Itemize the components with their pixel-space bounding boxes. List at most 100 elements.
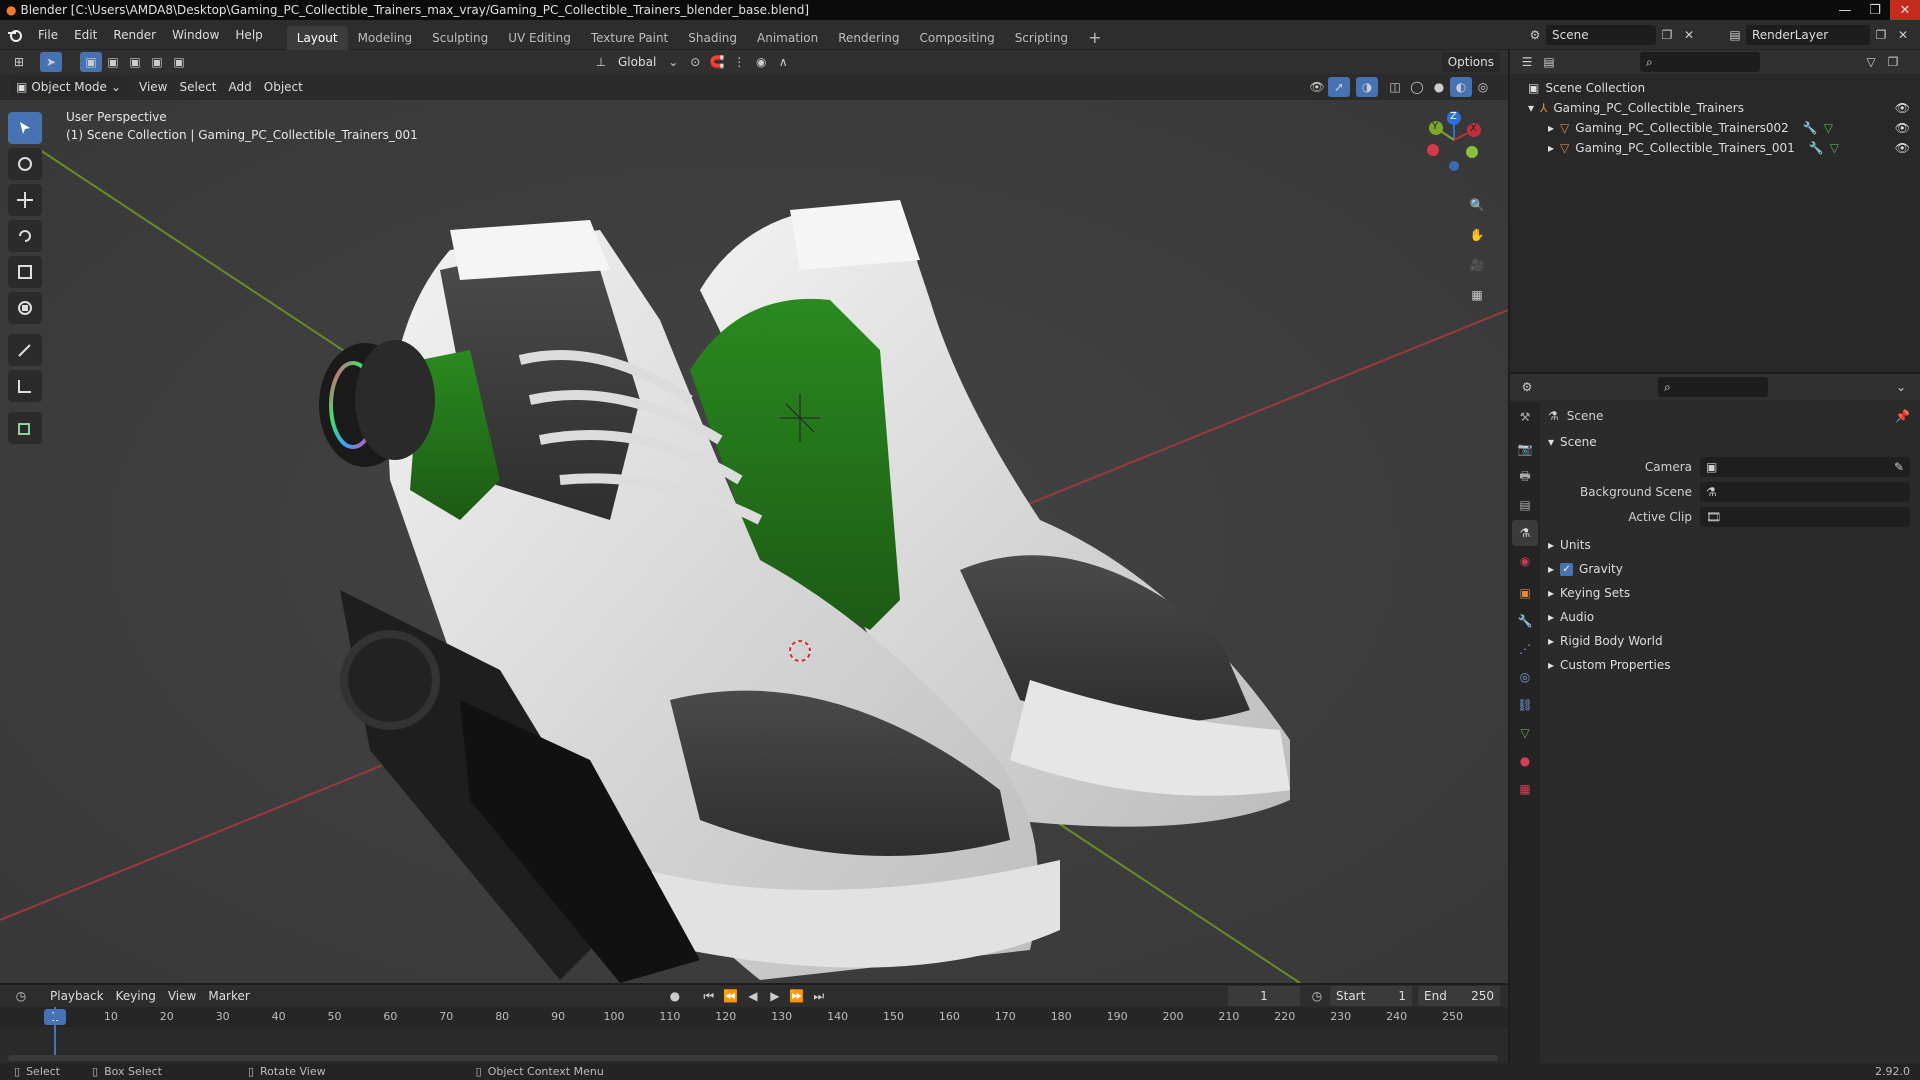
visibility-icon[interactable]: 👁 — [1306, 77, 1328, 97]
new-renderlayer-icon[interactable]: ❐ — [1870, 25, 1892, 45]
viewport-menu-select[interactable]: Select — [173, 77, 222, 97]
select-box-tool[interactable] — [8, 112, 42, 144]
pivot-point-icon[interactable]: ⊙ — [684, 52, 706, 72]
renderlayer-field[interactable]: RenderLayer — [1746, 25, 1870, 45]
xray-toggle-icon[interactable]: ◫ — [1384, 77, 1406, 97]
panel-audio[interactable]: ▸ Audio — [1544, 605, 1914, 629]
object-mode-dropdown[interactable]: ▣ Object Mode ⌄ — [10, 77, 127, 97]
jump-end-icon[interactable]: ⏭ — [808, 986, 830, 1006]
chevron-down-icon[interactable]: ⌄ — [1890, 377, 1912, 397]
delete-renderlayer-icon[interactable]: ✕ — [1892, 25, 1914, 45]
scene-icon[interactable]: ⚙ — [1524, 25, 1546, 45]
jump-keyframe-back-icon[interactable]: ⏪ — [720, 986, 742, 1006]
falloff-icon[interactable]: ∧ — [772, 52, 794, 72]
tab-texture-paint[interactable]: Texture Paint — [581, 26, 678, 50]
menu-render[interactable]: Render — [105, 20, 164, 50]
tab-modifier-icon[interactable]: 🔧 — [1512, 608, 1538, 634]
timeline-editor-type-icon[interactable]: ◷ — [10, 986, 32, 1006]
transform-orientation-dropdown[interactable]: Global — [612, 52, 662, 72]
timeline-scrollbar[interactable] — [8, 1055, 1498, 1061]
tab-compositing[interactable]: Compositing — [909, 26, 1004, 50]
select-extend-icon[interactable]: ▣ — [102, 52, 124, 72]
tab-tool-icon[interactable]: ⚒ — [1512, 404, 1538, 430]
clock-icon[interactable]: ◷ — [1306, 986, 1328, 1006]
menu-file[interactable]: File — [30, 20, 66, 50]
jump-keyframe-forward-icon[interactable]: ⏩ — [786, 986, 808, 1006]
tab-uv-editing[interactable]: UV Editing — [498, 26, 581, 50]
panel-keying-sets[interactable]: ▸ Keying Sets — [1544, 581, 1914, 605]
scene-field[interactable]: Scene — [1546, 25, 1656, 45]
display-mode-icon[interactable]: ▤ — [1538, 52, 1560, 72]
timeline-track-area[interactable] — [0, 1007, 1508, 1055]
perspective-toggle-icon[interactable]: ▦ — [1466, 280, 1488, 310]
tab-shading[interactable]: Shading — [678, 26, 747, 50]
menu-window[interactable]: Window — [164, 20, 227, 50]
camera-view-icon[interactable]: 🎥 — [1466, 250, 1488, 280]
navigation-gizmo[interactable]: Z Y X — [1410, 100, 1490, 180]
snap-increment-icon[interactable]: ⋮ — [728, 52, 750, 72]
viewport-menu-add[interactable]: Add — [223, 77, 258, 97]
eye-icon[interactable]: 👁 — [1895, 101, 1910, 115]
filter-icon[interactable]: ▽ — [1860, 52, 1882, 72]
rendered-shading-icon[interactable]: ◎ — [1472, 77, 1494, 97]
panel-scene-header[interactable]: ▾ Scene — [1544, 430, 1914, 454]
outliner-search-input[interactable]: ⌕ — [1640, 52, 1760, 72]
active-clip-field[interactable]: 🎞 — [1700, 506, 1910, 527]
mesh-data-icon[interactable]: ▽ — [1830, 141, 1839, 155]
tab-render-icon[interactable]: 📷 — [1512, 436, 1538, 462]
gravity-checkbox[interactable]: ✓ — [1560, 562, 1574, 576]
add-cube-tool[interactable] — [8, 412, 42, 444]
tab-rendering[interactable]: Rendering — [828, 26, 909, 50]
editor-type-icon[interactable]: ⊞ — [8, 52, 30, 72]
pan-hand-icon[interactable]: ✋ — [1466, 220, 1488, 250]
timeline-menu-view[interactable]: View — [162, 986, 202, 1006]
modifier-icon[interactable]: 🔧 — [1809, 141, 1824, 155]
background-scene-field[interactable]: ⚗ — [1700, 481, 1910, 502]
panel-gravity[interactable]: ▸ ✓ Gravity — [1544, 557, 1914, 581]
cursor-tool[interactable] — [8, 148, 42, 180]
panel-rigid-body-world[interactable]: ▸ Rigid Body World — [1544, 629, 1914, 653]
jump-start-icon[interactable]: ⏮ — [698, 986, 720, 1006]
new-scene-icon[interactable]: ❐ — [1656, 25, 1678, 45]
add-workspace-button[interactable]: + — [1078, 26, 1111, 50]
current-frame-field[interactable]: 1 — [1228, 986, 1300, 1006]
panel-custom-properties[interactable]: ▸ Custom Properties — [1544, 653, 1914, 677]
viewport-menu-view[interactable]: View — [133, 77, 173, 97]
tab-material-icon[interactable]: ● — [1512, 748, 1538, 774]
move-tool[interactable] — [8, 184, 42, 216]
gizmo-toggle-icon[interactable]: ➚ — [1328, 77, 1350, 97]
timeline-menu-playback[interactable]: Playback — [44, 986, 110, 1006]
proportional-edit-icon[interactable]: ◉ — [750, 52, 772, 72]
maximize-button[interactable]: ❐ — [1860, 0, 1890, 20]
menu-edit[interactable]: Edit — [66, 20, 105, 50]
solid-shading-icon[interactable]: ● — [1428, 77, 1450, 97]
tab-particles-icon[interactable]: ⋰ — [1512, 636, 1538, 662]
eye-icon[interactable]: 👁 — [1895, 141, 1910, 155]
close-button[interactable]: ✕ — [1890, 0, 1920, 20]
tab-constraints-icon[interactable]: ⛓ — [1512, 692, 1538, 718]
blender-menu-icon[interactable] — [0, 25, 30, 45]
tab-physics-icon[interactable]: ◎ — [1512, 664, 1538, 690]
outliner-editor-type-icon[interactable]: ☰ — [1516, 52, 1538, 72]
chevron-down-icon[interactable]: ▾ — [1528, 101, 1534, 115]
snap-icon[interactable]: 🧲 — [706, 52, 728, 72]
tab-data-icon[interactable]: ▽ — [1512, 720, 1538, 746]
chevron-right-icon[interactable]: ▸ — [1548, 121, 1554, 135]
chevron-right-icon[interactable]: ▸ — [1548, 141, 1554, 155]
record-icon[interactable]: ● — [664, 986, 686, 1006]
tab-world-icon[interactable]: ◉ — [1512, 548, 1538, 574]
end-frame-field[interactable]: End 250 — [1418, 986, 1500, 1006]
outliner-row-object[interactable]: ▸ ▽ Gaming_PC_Collectible_Trainers_001 🔧… — [1510, 138, 1920, 158]
viewport-menu-object[interactable]: Object — [258, 77, 309, 97]
select-subtract-icon[interactable]: ▣ — [124, 52, 146, 72]
material-shading-icon[interactable]: ◐ — [1450, 77, 1472, 97]
zoom-icon[interactable]: 🔍 — [1466, 190, 1488, 220]
wireframe-shading-icon[interactable]: ◯ — [1406, 77, 1428, 97]
tab-layout[interactable]: Layout — [286, 25, 348, 50]
select-tool-icon[interactable]: ➤ — [40, 52, 62, 72]
properties-editor-type-icon[interactable]: ⚙ — [1516, 377, 1538, 397]
eye-icon[interactable]: 👁 — [1895, 121, 1910, 135]
pin-icon[interactable]: 📌 — [1895, 409, 1910, 423]
play-reverse-icon[interactable]: ◀ — [742, 986, 764, 1006]
measure-tool[interactable] — [8, 370, 42, 402]
